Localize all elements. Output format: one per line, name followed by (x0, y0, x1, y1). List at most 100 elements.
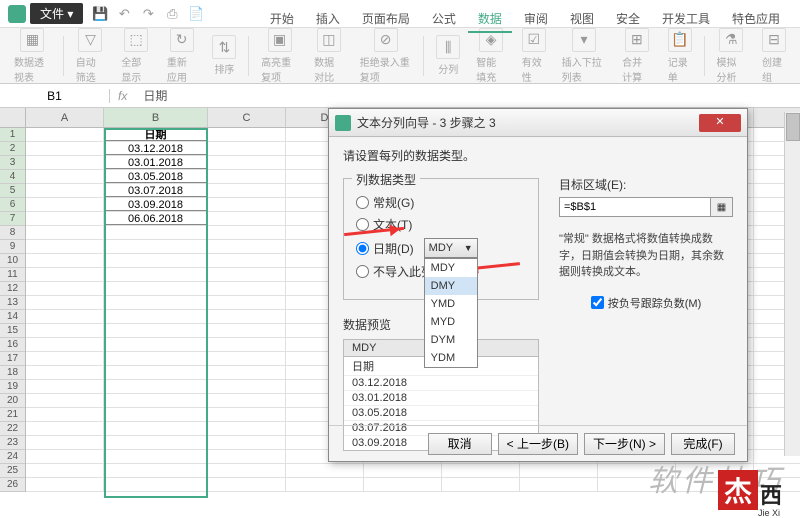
tab-dev[interactable]: 开发工具 (652, 6, 720, 33)
cell[interactable] (208, 296, 286, 309)
cell[interactable] (208, 352, 286, 365)
tab-view[interactable]: 视图 (560, 6, 604, 33)
cell[interactable] (104, 380, 208, 393)
row-header[interactable]: 13 (0, 296, 25, 310)
combo-option[interactable]: YDM (425, 349, 477, 367)
cell[interactable] (286, 464, 364, 477)
col-header-B[interactable]: B (104, 108, 208, 127)
cell[interactable] (26, 422, 104, 435)
finish-button[interactable]: 完成(F) (671, 433, 735, 455)
row-header[interactable]: 7 (0, 212, 25, 226)
ribbon-record[interactable]: 📋记录单 (662, 28, 698, 84)
row-header[interactable]: 17 (0, 352, 25, 366)
ribbon-dropdown[interactable]: ▾插入下拉列表 (556, 28, 612, 84)
radio-text[interactable]: 文本(T) (356, 216, 526, 233)
tab-layout[interactable]: 页面布局 (352, 6, 420, 33)
combo-option[interactable]: MDY (425, 259, 477, 277)
cell[interactable] (208, 310, 286, 323)
cell[interactable] (208, 156, 286, 169)
cell[interactable] (208, 268, 286, 281)
cell[interactable] (208, 198, 286, 211)
cell[interactable] (364, 464, 442, 477)
ribbon-autofilter[interactable]: ▽自动筛选 (70, 28, 112, 84)
cell[interactable] (26, 184, 104, 197)
combo-option[interactable]: YMD (425, 295, 477, 313)
row-header[interactable]: 22 (0, 422, 25, 436)
row-header[interactable]: 8 (0, 226, 25, 240)
range-picker-button[interactable]: ▦ (711, 197, 733, 217)
row-header[interactable]: 2 (0, 142, 25, 156)
cell[interactable] (208, 212, 286, 225)
cell[interactable] (208, 436, 286, 449)
cell[interactable] (208, 394, 286, 407)
cell[interactable] (208, 324, 286, 337)
row-header[interactable]: 14 (0, 310, 25, 324)
cell[interactable] (208, 184, 286, 197)
cell[interactable]: 03.01.2018 (104, 156, 208, 169)
cell[interactable] (26, 212, 104, 225)
radio-date[interactable]: 日期(D) MDY▼ MDYDMYYMDMYDDYMYDM (356, 238, 526, 258)
row-header[interactable]: 12 (0, 282, 25, 296)
ribbon-pivot[interactable]: ▦数据透视表 (8, 28, 57, 84)
cell[interactable] (104, 338, 208, 351)
checkbox-negative[interactable]: 按负号跟踪负数(M) (559, 295, 733, 311)
tab-security[interactable]: 安全 (606, 6, 650, 33)
tab-start[interactable]: 开始 (260, 6, 304, 33)
redo-icon[interactable]: ↷ (139, 5, 157, 23)
cell[interactable] (26, 254, 104, 267)
cell[interactable] (104, 226, 208, 239)
col-header-C[interactable]: C (208, 108, 286, 127)
cell[interactable] (104, 366, 208, 379)
cell[interactable] (104, 268, 208, 281)
ribbon-create[interactable]: ⊟创建组 (756, 28, 792, 84)
tab-insert[interactable]: 插入 (306, 6, 350, 33)
cell[interactable] (104, 324, 208, 337)
cell[interactable] (104, 478, 208, 491)
cell[interactable] (286, 478, 364, 491)
cell[interactable] (208, 478, 286, 491)
tab-review[interactable]: 审阅 (514, 6, 558, 33)
ribbon-validity[interactable]: ☑有效性 (516, 28, 552, 84)
cell[interactable] (208, 380, 286, 393)
cell[interactable] (208, 282, 286, 295)
cell[interactable]: 03.07.2018 (104, 184, 208, 197)
row-header[interactable]: 3 (0, 156, 25, 170)
cell[interactable] (104, 352, 208, 365)
cell[interactable]: 03.09.2018 (104, 198, 208, 211)
cell[interactable] (26, 156, 104, 169)
cell[interactable] (26, 296, 104, 309)
dialog-titlebar[interactable]: 文本分列向导 - 3 步骤之 3 ✕ (329, 109, 747, 137)
tab-data[interactable]: 数据 (468, 6, 512, 33)
cell[interactable] (208, 338, 286, 351)
cell[interactable] (104, 464, 208, 477)
cell[interactable] (208, 254, 286, 267)
select-all-corner[interactable] (0, 108, 26, 127)
combo-option[interactable]: MYD (425, 313, 477, 331)
back-button[interactable]: < 上一步(B) (498, 433, 578, 455)
row-header[interactable]: 4 (0, 170, 25, 184)
cell[interactable] (208, 240, 286, 253)
cell[interactable] (520, 464, 598, 477)
file-menu-button[interactable]: 文件 ▾ (30, 3, 83, 24)
cell[interactable]: 03.12.2018 (104, 142, 208, 155)
cell[interactable] (104, 436, 208, 449)
cell[interactable]: 03.05.2018 (104, 170, 208, 183)
ribbon-showall[interactable]: ⬚全部显示 (115, 28, 157, 84)
cell[interactable] (26, 366, 104, 379)
cell[interactable] (26, 408, 104, 421)
row-header[interactable]: 6 (0, 198, 25, 212)
ribbon-simulate[interactable]: ⚗模拟分析 (710, 28, 752, 84)
ribbon-consolidate[interactable]: ⊞合并计算 (616, 28, 658, 84)
ribbon-split[interactable]: ⫼分列 (430, 35, 466, 76)
cell[interactable] (442, 464, 520, 477)
row-header[interactable]: 21 (0, 408, 25, 422)
cell[interactable] (104, 296, 208, 309)
dialog-close-button[interactable]: ✕ (699, 114, 741, 132)
cell[interactable] (26, 478, 104, 491)
row-header[interactable]: 11 (0, 268, 25, 282)
fx-icon[interactable]: fx (110, 89, 135, 103)
cell[interactable] (26, 310, 104, 323)
cell[interactable] (208, 226, 286, 239)
cell[interactable] (208, 128, 286, 141)
cell[interactable] (104, 394, 208, 407)
